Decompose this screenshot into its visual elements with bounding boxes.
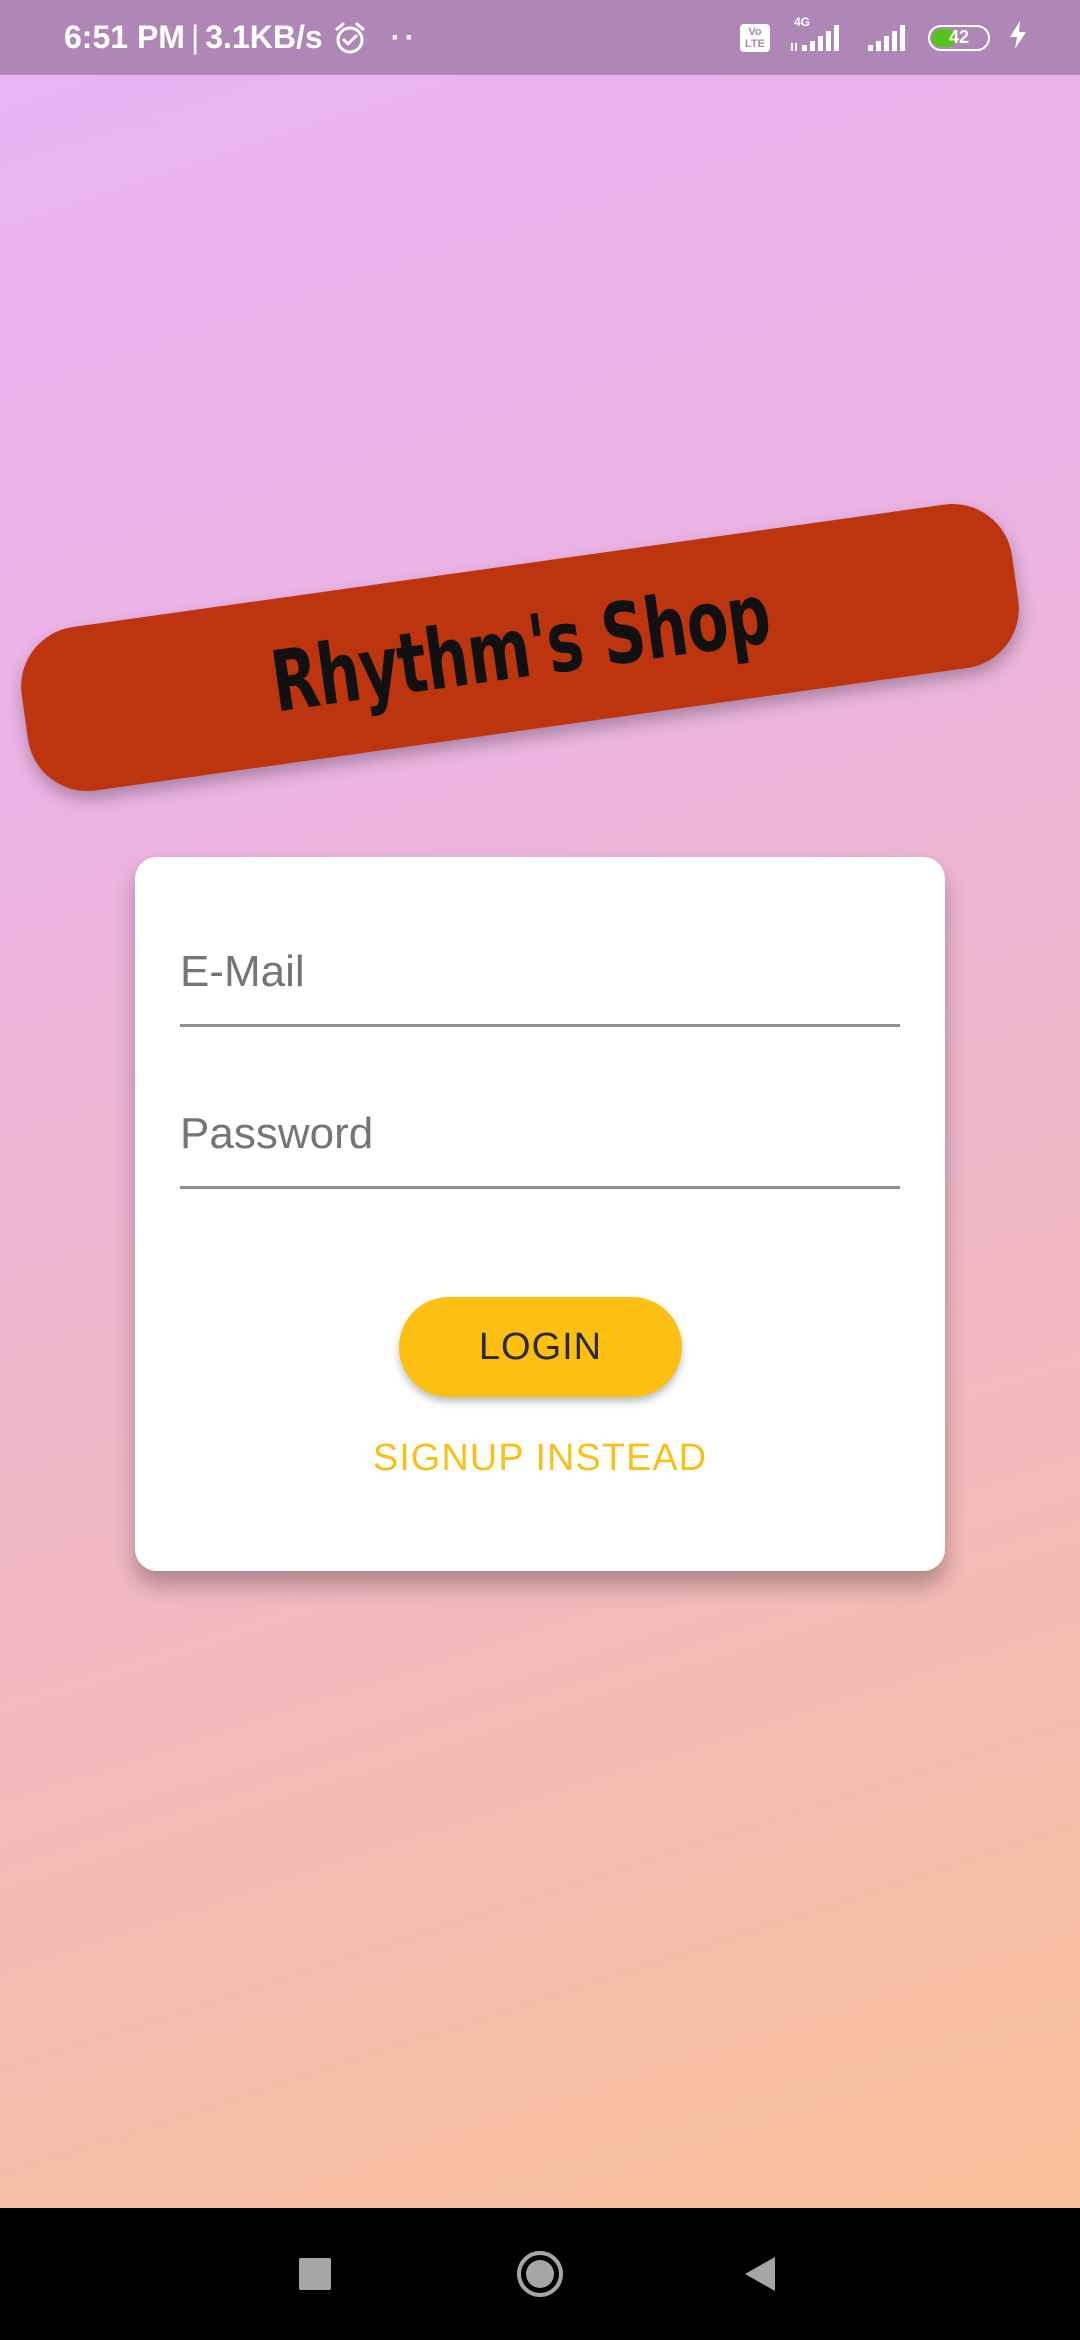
charging-icon xyxy=(1008,20,1028,55)
alarm-icon xyxy=(333,21,367,55)
status-time: 6:51 PM xyxy=(64,19,185,55)
signal-icon xyxy=(866,23,910,53)
volte-icon: Vo LTE xyxy=(740,23,770,52)
home-button[interactable] xyxy=(510,2208,570,2340)
recents-button[interactable] xyxy=(285,2208,345,2340)
back-icon xyxy=(745,2257,775,2291)
app-title: Rhythm's Shop xyxy=(264,564,776,731)
status-right: Vo LTE 4G 42 xyxy=(740,0,1028,75)
back-button[interactable] xyxy=(730,2208,790,2340)
email-field xyxy=(180,932,900,1027)
email-input[interactable] xyxy=(180,932,900,1024)
status-left: 6:51 PM | 3.1KB/s ·· xyxy=(64,0,419,75)
more-notifications-icon: ·· xyxy=(390,20,419,54)
status-separator: | xyxy=(190,19,200,55)
login-card: LOGIN SIGNUP INSTEAD xyxy=(135,857,945,1571)
battery-icon: 42 xyxy=(928,24,990,51)
volte-bottom-label: LTE xyxy=(745,37,765,50)
network-type-label: 4G xyxy=(794,14,811,29)
navigation-bar xyxy=(0,2208,1080,2340)
battery-level: 42 xyxy=(948,27,970,47)
network-speed: 3.1KB/s xyxy=(205,19,323,55)
password-input[interactable] xyxy=(180,1094,900,1186)
login-button[interactable]: LOGIN xyxy=(399,1297,682,1397)
recents-icon xyxy=(299,2258,331,2290)
signal-4g-icon: 4G xyxy=(788,15,848,53)
signup-instead-button[interactable]: SIGNUP INSTEAD xyxy=(135,1437,945,1480)
status-bar: 6:51 PM | 3.1KB/s ·· Vo LTE 4G 42 xyxy=(0,0,1080,75)
volte-top-label: Vo xyxy=(748,25,762,38)
home-icon xyxy=(517,2251,563,2297)
password-field xyxy=(180,1094,900,1189)
app-logo-banner: Rhythm's Shop xyxy=(13,496,1027,799)
